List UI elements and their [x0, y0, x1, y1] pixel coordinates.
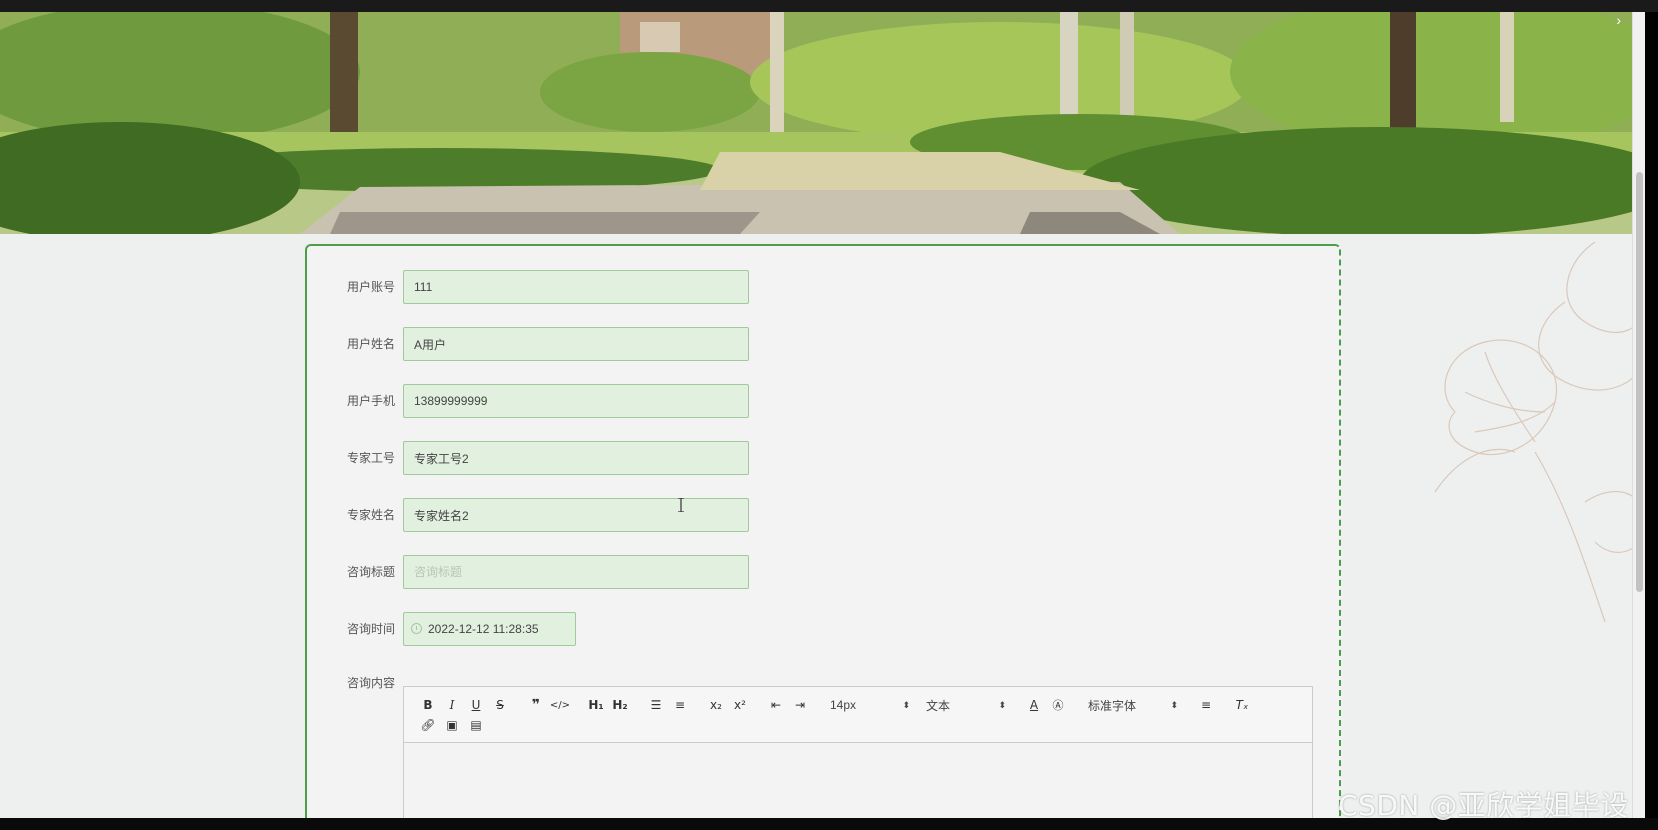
outdent-icon[interactable]: ⇤: [764, 695, 788, 715]
form-row-expert-id: 专家工号: [307, 441, 1339, 475]
font-family-value: 标准字体: [1088, 698, 1137, 713]
form-row-consult-time: 咨询时间: [307, 612, 1339, 646]
strikethrough-icon[interactable]: S: [488, 695, 512, 715]
chevron-updown-icon: ⬍: [1170, 699, 1178, 710]
form-row-consult-title: 咨询标题: [307, 555, 1339, 589]
superscript-icon[interactable]: x²: [728, 695, 752, 715]
consult-title-input[interactable]: [403, 555, 749, 589]
chevron-updown-icon: ⬍: [998, 699, 1006, 710]
code-block-icon[interactable]: </>: [548, 695, 572, 715]
link-icon[interactable]: 🔗︎: [416, 715, 440, 735]
flower-decoration-icon: [1434, 242, 1645, 623]
background-color-icon[interactable]: Ⓐ: [1046, 695, 1070, 715]
expert-id-input[interactable]: [403, 441, 749, 475]
video-icon[interactable]: ▤: [464, 715, 488, 735]
clear-format-icon[interactable]: Tₓ: [1230, 695, 1254, 715]
font-family-select[interactable]: 标准字体 ⬍: [1076, 695, 1182, 715]
page-viewport: › 用户账号 用户姓名 用户手机 专家工号: [0, 12, 1645, 818]
watermark-text: CSDN @亚欣学姐毕设: [1338, 789, 1629, 822]
vertical-scrollbar[interactable]: [1632, 12, 1645, 818]
subscript-icon[interactable]: x₂: [704, 695, 728, 715]
expert-name-label: 专家姓名: [346, 508, 395, 522]
editor-content-area[interactable]: [404, 743, 1312, 818]
user-account-label: 用户账号: [346, 280, 395, 294]
banner-next-icon[interactable]: ›: [1616, 12, 1621, 28]
header-1-icon[interactable]: H₁: [584, 695, 608, 715]
form-row-user-account: 用户账号: [307, 270, 1339, 304]
user-name-label: 用户姓名: [346, 337, 395, 351]
expert-name-input[interactable]: [403, 498, 749, 532]
chevron-updown-icon: ⬍: [902, 699, 910, 710]
rich-text-editor: B I U S ❞ </> H₁ H₂ ☰ ≡ x₂ x² ⇤ ⇥ 14px ⬍…: [403, 686, 1313, 818]
form-row-user-name: 用户姓名: [307, 327, 1339, 361]
font-size-select[interactable]: 14px ⬍: [818, 695, 914, 715]
italic-icon[interactable]: I: [440, 695, 464, 715]
font-color-icon[interactable]: A: [1022, 695, 1046, 715]
browser-top-strip: [0, 0, 1658, 12]
consult-time-input[interactable]: [403, 612, 576, 646]
underline-icon[interactable]: U: [464, 695, 488, 715]
align-icon[interactable]: ≡: [1194, 695, 1218, 715]
consult-time-label: 咨询时间: [346, 622, 395, 636]
clock-icon: [411, 623, 422, 634]
header-select-value: 文本: [926, 698, 951, 713]
scrollbar-thumb[interactable]: [1636, 172, 1643, 592]
bullet-list-icon[interactable]: ≡: [668, 695, 692, 715]
user-phone-label: 用户手机: [346, 394, 395, 408]
banner-image: ›: [0, 12, 1645, 234]
consult-title-label: 咨询标题: [346, 565, 395, 579]
font-size-value: 14px: [830, 698, 857, 712]
consultation-form-card: 用户账号 用户姓名 用户手机 专家工号 专家姓名 咨询标题 咨询时间: [305, 244, 1341, 818]
blockquote-icon[interactable]: ❞: [524, 695, 548, 715]
indent-icon[interactable]: ⇥: [788, 695, 812, 715]
form-row-expert-name: 专家姓名: [307, 498, 1339, 532]
image-icon[interactable]: ▣: [440, 715, 464, 735]
bold-icon[interactable]: B: [416, 695, 440, 715]
header-select[interactable]: 文本 ⬍: [914, 695, 1010, 715]
form-row-user-phone: 用户手机: [307, 384, 1339, 418]
editor-toolbar: B I U S ❞ </> H₁ H₂ ☰ ≡ x₂ x² ⇤ ⇥ 14px ⬍…: [404, 687, 1312, 743]
user-account-input[interactable]: [403, 270, 749, 304]
user-name-input[interactable]: [403, 327, 749, 361]
header-2-icon[interactable]: H₂: [608, 695, 632, 715]
ordered-list-icon[interactable]: ☰: [644, 695, 668, 715]
user-phone-input[interactable]: [403, 384, 749, 418]
expert-id-label: 专家工号: [346, 451, 395, 465]
consult-content-label: 咨询内容: [346, 676, 395, 690]
text-cursor-icon: [678, 498, 684, 512]
